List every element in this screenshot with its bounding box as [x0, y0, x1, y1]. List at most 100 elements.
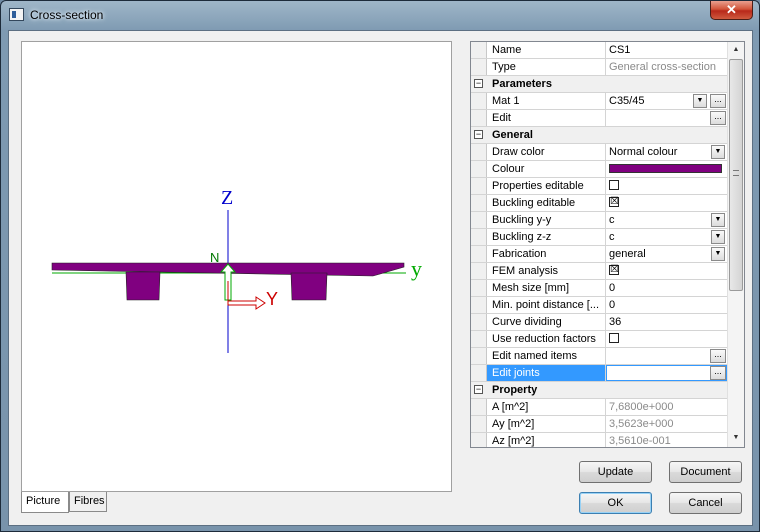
row-draw-color[interactable]: Draw color Normal colour ▼ [471, 144, 727, 161]
ellipsis-button[interactable]: ... [710, 349, 726, 363]
row-area-ay[interactable]: Ay [m^2] 3,5623e+000 [471, 416, 727, 433]
row-min-point-distance[interactable]: Min. point distance [... 0 [471, 297, 727, 314]
prop-name: Buckling editable [487, 195, 606, 211]
category-label: Parameters [492, 78, 552, 90]
row-mat-1[interactable]: Mat 1 C35/45 ▼ ... [471, 93, 727, 110]
row-fem-analysis[interactable]: FEM analysis ☒ [471, 263, 727, 280]
local-y-label: Y [266, 289, 278, 309]
prop-name: Ay [m^2] [487, 416, 606, 432]
axis-y-label: y [411, 256, 422, 281]
row-properties-editable[interactable]: Properties editable [471, 178, 727, 195]
row-type[interactable]: Type General cross-section [471, 59, 727, 76]
prop-value[interactable]: C35/45 [606, 93, 727, 109]
cross-section-window: Cross-section ✕ Z y N Y Picture Fibres N… [0, 0, 760, 532]
prop-value[interactable]: Normal colour [606, 144, 727, 160]
row-curve-dividing[interactable]: Curve dividing 36 [471, 314, 727, 331]
grid-scrollbar[interactable]: ▲ ▼ [727, 42, 744, 447]
ellipsis-button[interactable]: ... [710, 366, 726, 380]
dropdown-arrow-icon[interactable]: ▼ [711, 213, 725, 227]
row-area-a[interactable]: A [m^2] 7,6800e+000 [471, 399, 727, 416]
title-bar[interactable]: Cross-section ✕ [1, 1, 759, 29]
prop-value: ☒ [606, 195, 727, 211]
prop-value[interactable]: 0 [606, 297, 727, 313]
tab-fibres[interactable]: Fibres [69, 492, 107, 512]
checkbox[interactable] [609, 180, 619, 190]
prop-name: Edit joints [487, 365, 606, 381]
local-n-label: N [210, 250, 219, 265]
colour-swatch[interactable] [609, 164, 722, 173]
ellipsis-button[interactable]: ... [710, 94, 726, 108]
prop-name: FEM analysis [487, 263, 606, 279]
prop-value: General cross-section [609, 61, 716, 73]
row-edit[interactable]: Edit ... [471, 110, 727, 127]
prop-name: Mesh size [mm] [487, 280, 606, 296]
prop-name: Curve dividing [487, 314, 606, 330]
prop-name: Edit [487, 110, 606, 126]
dialog-client-area: Z y N Y Picture Fibres Name CS1 Type Gen… [8, 30, 753, 526]
prop-value[interactable] [606, 161, 727, 177]
app-window-icon [9, 8, 24, 21]
scroll-grip-icon [733, 170, 739, 176]
prop-value[interactable]: general [606, 246, 727, 262]
cancel-button[interactable]: Cancel [669, 492, 742, 514]
prop-name: Name [487, 42, 606, 58]
row-use-reduction-factors[interactable]: Use reduction factors [471, 331, 727, 348]
prop-value[interactable]: CS1 [606, 42, 727, 58]
prop-value[interactable]: 0 [606, 280, 727, 296]
checkbox[interactable] [609, 333, 619, 343]
prop-name: Fabrication [487, 246, 606, 262]
window-title: Cross-section [30, 8, 104, 22]
prop-value [606, 331, 727, 347]
dropdown-arrow-icon[interactable]: ▼ [711, 247, 725, 261]
document-button[interactable]: Document [669, 461, 742, 483]
scroll-thumb[interactable] [729, 59, 743, 291]
close-button[interactable]: ✕ [710, 1, 753, 20]
prop-name: Mat 1 [487, 93, 606, 109]
row-name[interactable]: Name CS1 [471, 42, 727, 59]
checkbox[interactable]: ☒ [609, 197, 619, 207]
prop-name: Type [487, 59, 606, 75]
dropdown-arrow-icon[interactable]: ▼ [693, 94, 707, 108]
category-general[interactable]: − General [471, 127, 727, 144]
row-mesh-size[interactable]: Mesh size [mm] 0 [471, 280, 727, 297]
row-buckling-editable[interactable]: Buckling editable ☒ [471, 195, 727, 212]
row-colour[interactable]: Colour [471, 161, 727, 178]
property-grid[interactable]: Name CS1 Type General cross-section − Pa… [470, 41, 745, 448]
prop-value: 7,6800e+000 [609, 401, 674, 413]
category-parameters[interactable]: − Parameters [471, 76, 727, 93]
row-edit-joints[interactable]: Edit joints ... [471, 365, 727, 382]
prop-name: Buckling z-z [487, 229, 606, 245]
row-fabrication[interactable]: Fabrication general ▼ [471, 246, 727, 263]
prop-value [606, 365, 727, 381]
prop-value[interactable]: c [606, 229, 727, 245]
collapse-toggle-icon[interactable]: − [474, 79, 483, 88]
row-buckling-yy[interactable]: Buckling y-y c ▼ [471, 212, 727, 229]
scroll-up-icon[interactable]: ▲ [729, 43, 743, 57]
prop-value[interactable]: 36 [606, 314, 727, 330]
row-edit-named-items[interactable]: Edit named items ... [471, 348, 727, 365]
update-button[interactable]: Update [579, 461, 652, 483]
dropdown-arrow-icon[interactable]: ▼ [711, 230, 725, 244]
cross-section-picture[interactable]: Z y N Y [21, 41, 452, 492]
ok-button[interactable]: OK [579, 492, 652, 514]
prop-value[interactable]: c [606, 212, 727, 228]
prop-value [606, 110, 727, 126]
prop-value: 3,5610e-001 [609, 435, 671, 447]
left-web [125, 271, 161, 301]
row-buckling-zz[interactable]: Buckling z-z c ▼ [471, 229, 727, 246]
category-property[interactable]: − Property [471, 382, 727, 399]
tab-picture[interactable]: Picture [21, 492, 69, 513]
prop-name: Az [m^2] [487, 433, 606, 447]
scroll-down-icon[interactable]: ▼ [729, 431, 743, 445]
prop-value [606, 178, 727, 194]
checkbox[interactable]: ☒ [609, 265, 619, 275]
cross-section-drawing: Z y N Y [51, 187, 422, 353]
category-label: General [492, 129, 533, 141]
row-area-az[interactable]: Az [m^2] 3,5610e-001 [471, 433, 727, 447]
dropdown-arrow-icon[interactable]: ▼ [711, 145, 725, 159]
prop-value: 3,5623e+000 [609, 418, 674, 430]
collapse-toggle-icon[interactable]: − [474, 130, 483, 139]
ellipsis-button[interactable]: ... [710, 111, 726, 125]
category-label: Property [492, 384, 538, 396]
collapse-toggle-icon[interactable]: − [474, 385, 483, 394]
